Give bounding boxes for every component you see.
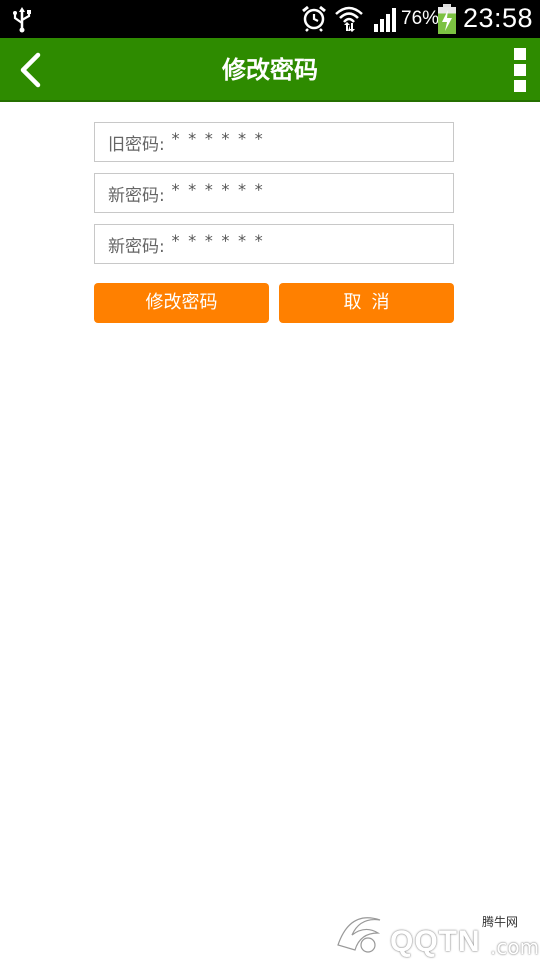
watermark-brand: QQTN <box>390 925 481 958</box>
alarm-icon <box>302 5 326 32</box>
new-password-value: ****** <box>170 179 271 199</box>
confirm-password-value: ****** <box>170 230 271 250</box>
usb-icon <box>13 7 31 33</box>
cancel-button[interactable]: 取消 <box>279 283 454 323</box>
old-password-field[interactable]: 旧密码: ****** <box>94 122 454 162</box>
old-password-value: ****** <box>170 128 271 148</box>
action-buttons: 修改密码 取消 <box>94 283 454 323</box>
battery-percent: 76% <box>401 8 440 29</box>
overflow-menu-button[interactable] <box>506 46 534 94</box>
confirm-password-label: 新密码: <box>108 236 165 257</box>
status-clock: 23:58 <box>463 3 534 33</box>
status-bar: 76% 23:58 <box>0 0 540 38</box>
page-title: 修改密码 <box>222 56 318 84</box>
watermark-suffix: .com <box>490 935 540 959</box>
change-password-form: 旧密码: ****** 新密码: ****** 新密码: ****** <box>94 122 454 275</box>
watermark-logo: 腾牛网 QQTN .com <box>330 905 539 960</box>
new-password-field[interactable]: 新密码: ****** <box>94 173 454 213</box>
confirm-password-field[interactable]: 新密码: ****** <box>94 224 454 264</box>
swirl-logo-icon <box>337 917 381 953</box>
signal-icon <box>374 8 396 32</box>
battery-charging-icon <box>438 4 456 34</box>
back-arrow-icon <box>20 52 41 88</box>
old-password-label: 旧密码: <box>108 134 165 155</box>
app-header: 修改密码 <box>0 38 540 102</box>
change-password-button[interactable]: 修改密码 <box>94 283 269 323</box>
watermark-site-name: 腾牛网 <box>482 915 519 929</box>
wifi-icon <box>335 6 363 32</box>
new-password-label: 新密码: <box>108 185 165 206</box>
back-button[interactable] <box>10 48 50 92</box>
